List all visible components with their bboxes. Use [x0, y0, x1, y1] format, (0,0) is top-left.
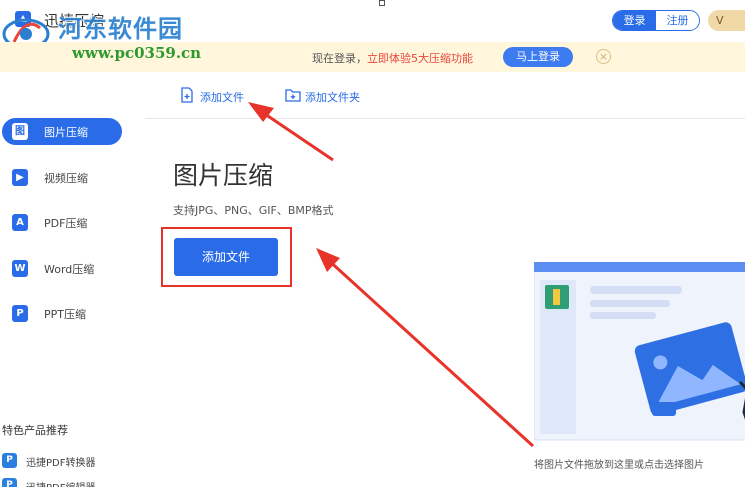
- sidebar-item-pdf[interactable]: A PDF压缩: [2, 209, 122, 236]
- recommend-item-label: 迅捷PDF转换器: [26, 458, 96, 469]
- sidebar-item-word[interactable]: W Word压缩: [2, 255, 122, 282]
- sidebar-item-label: 视频压缩: [44, 172, 88, 185]
- login-button[interactable]: 登录: [613, 11, 656, 30]
- vip-button[interactable]: V: [708, 10, 745, 31]
- sidebar-item-label: PPT压缩: [44, 308, 86, 321]
- notice-text-highlight: 立即体验5大压缩功能: [367, 52, 473, 65]
- toolbar-divider: [145, 118, 745, 119]
- close-icon[interactable]: ×: [596, 49, 611, 64]
- sidebar-item-label: PDF压缩: [44, 217, 88, 230]
- app-window: 迅捷压缩 登录 注册 V 河东软件园 现在登录，立即体验5大压缩功能 马上登录 …: [0, 0, 745, 487]
- register-button[interactable]: 注册: [656, 11, 699, 30]
- recommend-item-pdf-editor[interactable]: P 迅捷PDF编辑器: [2, 477, 142, 487]
- pdf-editor-icon: P: [2, 478, 17, 487]
- auth-group: 登录 注册: [612, 10, 700, 31]
- window-marker: [379, 0, 385, 6]
- toolbar-add-file-label: 添加文件: [200, 91, 244, 104]
- drop-hint: 将图片文件拖放到这里或点击选择图片: [534, 460, 704, 471]
- page-title: 图片压缩: [173, 161, 274, 190]
- sidebar-item-video[interactable]: ▶ 视频压缩: [2, 164, 122, 191]
- sidebar-item-label: Word压缩: [44, 263, 95, 276]
- sidebar-item-label: 图片压缩: [44, 126, 88, 139]
- image-icon: 图: [12, 123, 28, 140]
- notice-text: 现在登录，立即体验5大压缩功能: [312, 50, 473, 66]
- sidebar-item-ppt[interactable]: P PPT压缩: [2, 300, 122, 327]
- word-icon: W: [12, 260, 28, 277]
- add-file-icon: [181, 87, 193, 103]
- video-icon: ▶: [12, 169, 28, 186]
- annotation-arrow-toolbar: [248, 102, 334, 162]
- ppt-icon: P: [12, 305, 28, 322]
- recommend-item-label: 迅捷PDF编辑器: [26, 479, 95, 487]
- recommend-title: 特色产品推荐: [2, 424, 68, 437]
- notice-login-button[interactable]: 马上登录: [503, 47, 573, 67]
- sidebar: 图 图片压缩 ▶ 视频压缩 A PDF压缩 W Word压缩 P PPT压缩 特…: [0, 72, 145, 487]
- drop-zone-illustration[interactable]: [534, 262, 745, 442]
- add-file-button[interactable]: 添加文件: [174, 238, 278, 276]
- watermark-text: 河东软件园: [58, 14, 183, 43]
- pdf-icon: A: [12, 214, 28, 231]
- watermark-url: www.pc0359.cn: [72, 44, 202, 62]
- pdf-converter-icon: P: [2, 453, 17, 468]
- toolbar-add-folder-label: 添加文件夹: [305, 91, 360, 104]
- supported-formats: 支持JPG、PNG、GIF、BMP格式: [173, 204, 334, 217]
- annotation-arrow-button: [316, 248, 535, 448]
- add-folder-icon: [285, 89, 301, 102]
- recommend-item-pdf-converter[interactable]: P 迅捷PDF转换器: [2, 452, 142, 470]
- notice-text-plain: 现在登录，: [312, 52, 367, 65]
- sidebar-item-image[interactable]: 图 图片压缩: [2, 118, 122, 145]
